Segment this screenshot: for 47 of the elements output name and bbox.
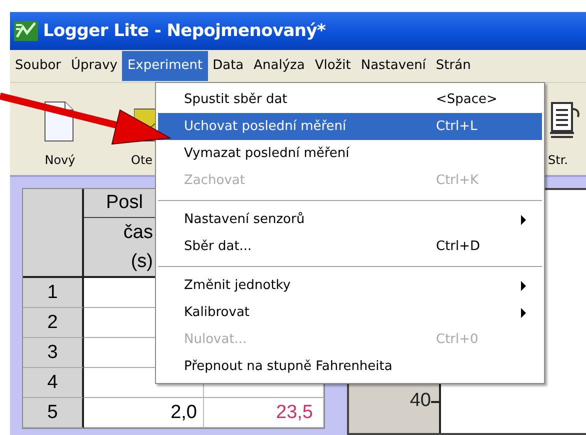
shortcut: Ctrl+K [436,173,480,188]
submenu-arrow-icon [521,308,526,318]
toolbar-label[interactable]: Str. [548,153,568,167]
menu-item[interactable]: Změnit jednotky [158,272,542,299]
menu-item[interactable]: Sběr dat... Ctrl+D [158,233,542,260]
menu-item[interactable]: Úpravy [66,51,122,81]
table-cell: 23,5 [204,398,324,428]
menu-item-label: Změnit jednotky [184,278,292,293]
row-number: 1 [23,278,84,308]
row-number: 4 [23,368,84,398]
submenu-arrow-icon [521,214,526,224]
menu-item-label: Zachovat [184,173,246,188]
row-number: 2 [23,308,84,338]
menu-item-label: Vymazat poslední měření [184,146,350,161]
menu-item-label: Nulovat... [184,332,248,347]
column-name: čas [123,221,153,245]
shortcut: Ctrl+D [436,239,482,254]
shortcut: <Space> [436,92,498,107]
column-unit: (s) [130,250,153,274]
submenu-arrow-icon [521,280,526,290]
menu-item[interactable]: Analýza [248,51,310,81]
menu-item-label: Uchovat poslední měření [184,119,348,134]
shortcut: Ctrl+L [436,119,478,134]
app-icon [13,19,39,43]
menu-item-label: Sběr dat... [184,239,253,254]
menu-item[interactable]: Vymazat poslední měření [158,140,542,167]
menu-item[interactable]: Spustit sběr dat <Space> [158,86,542,113]
menu-item[interactable]: Data [208,51,249,81]
menu-item[interactable]: Kalibrovat [158,299,542,326]
axis-tick-label: 40 [410,390,431,412]
menu-item[interactable]: Strán [430,51,476,81]
row-number: 5 [23,398,84,428]
menu-item[interactable]: Nastavení [356,51,431,81]
row-number: 3 [23,338,84,368]
menu-item-label: Spustit sběr dat [184,92,288,107]
toolbar-label[interactable]: Ote [120,153,153,167]
table-cell: 2,0 [84,398,204,428]
menu-item-label: Kalibrovat [184,305,251,320]
menu-item-label: Přepnout na stupně Fahrenheita [184,359,394,374]
window-title: Logger Lite - Nepojmenovaný* [43,21,326,41]
menu-item[interactable]: Přepnout na stupně Fahrenheita [158,353,542,380]
menu-item[interactable]: Uchovat poslední měření Ctrl+L [158,113,542,140]
menu-item[interactable]: Vložit [310,51,356,81]
toolbar-label[interactable]: Nový [44,153,76,167]
menu-item[interactable]: Experiment [122,51,208,81]
shortcut: Ctrl+0 [436,332,480,347]
menu-item[interactable]: Soubor [10,51,66,81]
